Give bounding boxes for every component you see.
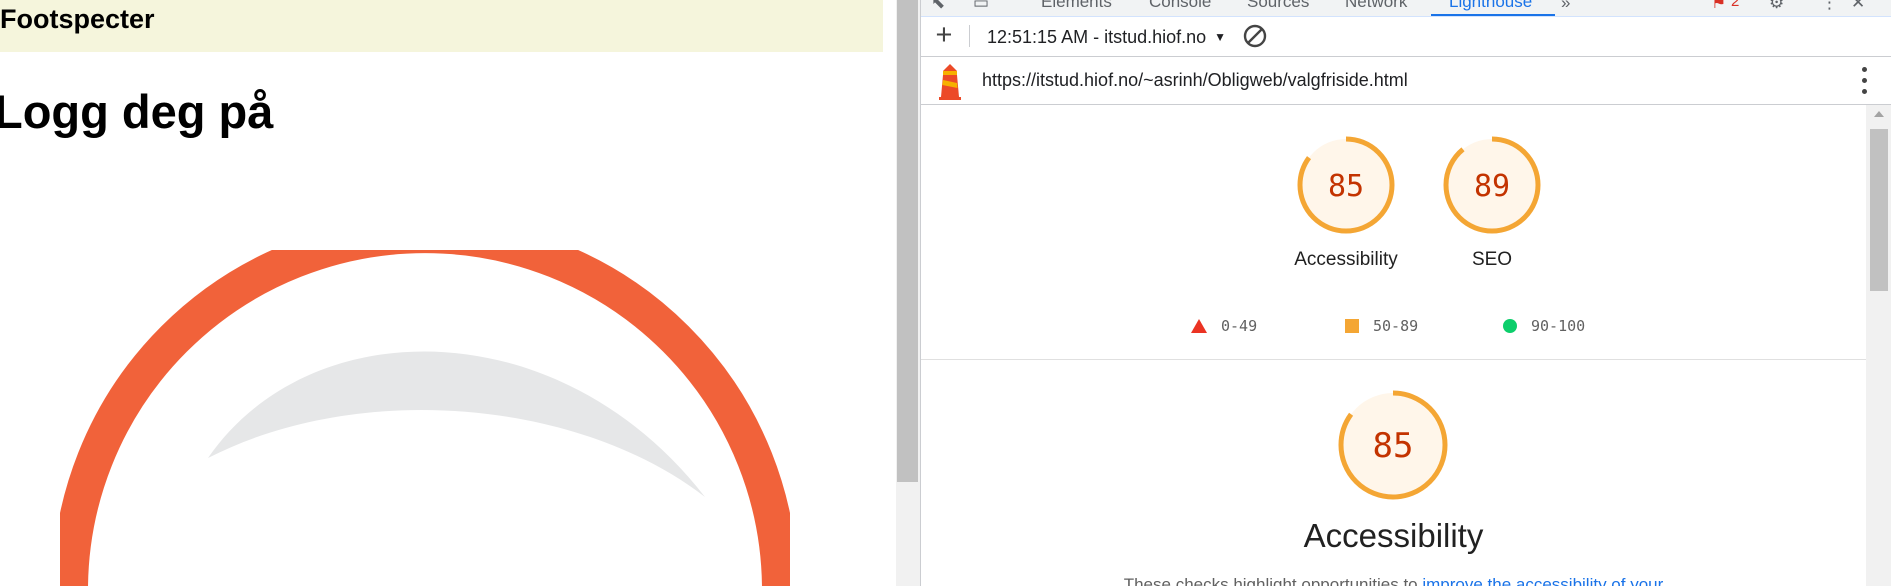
circle-icon [1503, 319, 1517, 333]
accessibility-gauge[interactable]: 85 [1296, 135, 1396, 235]
new-report-button[interactable]: + [929, 21, 959, 51]
report-scrollbar[interactable] [1866, 105, 1891, 586]
lighthouse-toolbar: + 12:51:15 AM - itstud.hiof.no ▼ [921, 17, 1891, 57]
tab-lighthouse[interactable]: Lighthouse [1449, 0, 1532, 12]
site-header: Footspecter [0, 0, 883, 52]
lighthouse-logo-icon [939, 64, 961, 100]
site-name[interactable]: Footspecter [0, 4, 155, 35]
toolbar-separator [969, 25, 970, 47]
site-logo [60, 250, 790, 586]
page-scrollbar[interactable] [896, 0, 920, 586]
page-scrollbar-thumb[interactable] [897, 0, 918, 482]
inspect-icon[interactable]: ⬉ [931, 0, 945, 13]
clear-all-icon[interactable] [1242, 23, 1268, 49]
report-selector-label: 12:51:15 AM - itstud.hiof.no [987, 26, 1207, 47]
report-scrollbar-thumb[interactable] [1870, 129, 1888, 291]
tab-network[interactable]: Network [1345, 0, 1407, 12]
category-description: These checks highlight opportunities to … [921, 575, 1866, 586]
settings-icon[interactable]: ⚙ [1769, 0, 1784, 13]
report-menu-icon[interactable] [1855, 66, 1875, 96]
category-title: Accessibility [1303, 517, 1484, 554]
web-page: Footspecter Logg deg på [0, 0, 896, 586]
report-url[interactable]: https://itstud.hiof.no/~asrinh/Obligweb/… [982, 70, 1408, 91]
device-toolbar-icon[interactable]: ▭ [973, 0, 989, 13]
close-devtools-icon[interactable]: ✕ [1851, 0, 1865, 13]
seo-gauge-label[interactable]: SEO [1412, 249, 1572, 271]
report-selector[interactable]: 12:51:15 AM - itstud.hiof.no ▼ [987, 25, 1226, 49]
square-icon [1345, 319, 1359, 333]
accessibility-score: 85 [1328, 169, 1364, 204]
devtools-panel: ⬉ ▭ Elements Console Sources Network Lig… [920, 0, 1891, 586]
dropdown-caret-icon: ▼ [1214, 30, 1227, 44]
scroll-up-arrow-icon[interactable] [1874, 111, 1884, 117]
legend-item-fail: 0-49 [1191, 317, 1257, 335]
more-tabs-button[interactable]: » [1561, 0, 1570, 13]
seo-score: 89 [1474, 169, 1510, 204]
legend-item-average: 50-89 [1345, 317, 1418, 335]
legend-item-pass: 90-100 [1503, 317, 1585, 335]
issues-count[interactable]: 2 [1731, 0, 1739, 10]
legend-range: 50-89 [1373, 317, 1419, 335]
customize-menu-icon[interactable]: ⋮ [1821, 0, 1838, 13]
report-url-bar: https://itstud.hiof.no/~asrinh/Obligweb/… [921, 57, 1891, 105]
category-score: 85 [1373, 426, 1414, 466]
category-accessibility-gauge: 85 [1338, 390, 1448, 500]
legend-range: 90-100 [1531, 317, 1586, 335]
triangle-icon [1191, 319, 1207, 333]
accessibility-docs-link[interactable]: improve the accessibility of your [1422, 575, 1663, 586]
tab-elements[interactable]: Elements [1041, 0, 1112, 12]
accessibility-gauge-label[interactable]: Accessibility [1266, 249, 1426, 271]
devtools-tab-bar: ⬉ ▭ Elements Console Sources Network Lig… [921, 0, 1891, 17]
tab-console[interactable]: Console [1149, 0, 1211, 12]
category-description-text: These checks highlight opportunities to [1123, 575, 1423, 586]
login-heading: Logg deg på [0, 85, 274, 138]
lighthouse-report: 85 Accessibility 89 SEO 0-49 50-89 90-10… [921, 105, 1866, 586]
seo-gauge[interactable]: 89 [1442, 135, 1542, 235]
report-divider [921, 359, 1866, 360]
legend-range: 0-49 [1221, 317, 1258, 335]
tab-sources[interactable]: Sources [1247, 0, 1309, 12]
issues-icon[interactable]: ⚑ [1711, 0, 1726, 13]
